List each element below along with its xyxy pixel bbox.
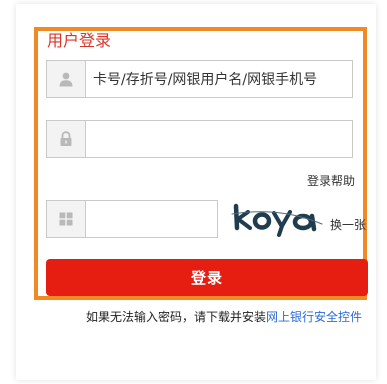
- password-field[interactable]: [46, 120, 353, 158]
- login-panel: 用户登录 卡号/存折号/网银用户名/网银手机号 登录帮助 换一张 登录: [34, 27, 368, 300]
- captcha-input[interactable]: [86, 201, 217, 237]
- page: 用户登录 卡号/存折号/网银用户名/网银手机号 登录帮助 换一张 登录 如果无法…: [0, 0, 387, 384]
- captcha-field[interactable]: [46, 200, 218, 238]
- security-control-link[interactable]: 网上银行安全控件: [266, 310, 362, 324]
- username-input[interactable]: 卡号/存折号/网银用户名/网银手机号: [86, 61, 352, 97]
- grid-icon: [47, 201, 86, 237]
- user-icon: [47, 61, 86, 97]
- lock-icon: [47, 121, 86, 157]
- username-field[interactable]: 卡号/存折号/网银用户名/网银手机号: [46, 60, 353, 98]
- password-input[interactable]: [86, 121, 352, 157]
- note-text: 如果无法输入密码，请下载并安装: [86, 310, 267, 324]
- login-button[interactable]: 登录: [46, 259, 368, 296]
- login-title: 用户登录: [47, 31, 112, 50]
- refresh-captcha-link[interactable]: 换一张: [330, 216, 366, 233]
- captcha-image[interactable]: [228, 198, 326, 238]
- login-help-link[interactable]: 登录帮助: [307, 172, 355, 189]
- security-control-note: 如果无法输入密码，请下载并安装网上银行安全控件: [86, 308, 362, 325]
